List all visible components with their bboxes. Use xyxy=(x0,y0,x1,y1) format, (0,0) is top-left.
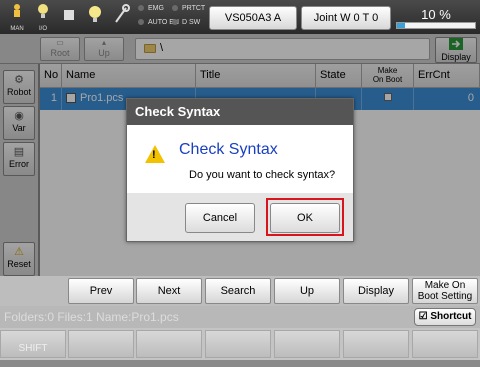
search-button[interactable]: Search xyxy=(205,278,271,304)
make-on-boot-setting-button[interactable]: Make On Boot Setting xyxy=(412,278,478,304)
soft-key-3[interactable] xyxy=(136,330,202,358)
speed-bar-fill xyxy=(397,23,405,28)
robot-name-button[interactable]: VS050A3 A xyxy=(209,6,297,30)
soft-key-7[interactable] xyxy=(412,330,478,358)
make-on-boot-setting-line1: Make On xyxy=(424,280,466,291)
function-button-row: Prev Next Search Up Display Make On Boot… xyxy=(0,276,480,306)
status-row: Folders:0 Files:1 Name:Pro1.pcs ☑ Shortc… xyxy=(0,306,480,328)
next-button[interactable]: Next xyxy=(136,278,202,304)
dialog-message: Do you want to check syntax? xyxy=(189,169,336,181)
io-label: I/O xyxy=(38,26,47,32)
shift-key[interactable]: SHIFT xyxy=(0,330,66,358)
dialog-footer: Cancel OK xyxy=(127,193,353,241)
soft-key-6[interactable] xyxy=(343,330,409,358)
indicator-dsw: D SW xyxy=(172,19,200,26)
shortcut-label: Shortcut xyxy=(430,311,472,322)
lamp-icon xyxy=(82,2,108,32)
ok-button[interactable]: OK xyxy=(270,203,340,233)
display-function-button[interactable]: Display xyxy=(343,278,409,304)
up-function-button[interactable]: Up xyxy=(274,278,340,304)
shortcut-icon: ☑ xyxy=(418,311,428,322)
soft-key-2[interactable] xyxy=(68,330,134,358)
indicator-emg: EMG xyxy=(138,5,164,12)
wrench-icon xyxy=(108,2,134,32)
check-syntax-dialog: Check Syntax ! Check Syntax Do you want … xyxy=(126,98,354,242)
dialog-heading: Check Syntax xyxy=(179,141,278,158)
status-text: Folders:0 Files:1 Name:Pro1.pcs xyxy=(4,310,179,324)
soft-key-5[interactable] xyxy=(274,330,340,358)
shortcut-button[interactable]: ☑ Shortcut xyxy=(414,308,476,326)
man-label: MAN xyxy=(10,26,24,32)
joint-mode-button[interactable]: Joint W 0 T 0 xyxy=(301,6,391,30)
prev-button[interactable]: Prev xyxy=(68,278,134,304)
robot-man-icon: MAN xyxy=(4,2,30,32)
speed-bar[interactable] xyxy=(396,22,476,29)
warning-exclamation: ! xyxy=(152,149,156,161)
stop-square-icon xyxy=(56,2,82,32)
make-on-boot-setting-line2: Boot Setting xyxy=(417,291,473,302)
cancel-button[interactable]: Cancel xyxy=(185,203,255,233)
bulb-io-icon: I/O xyxy=(30,2,56,32)
soft-key-4[interactable] xyxy=(205,330,271,358)
status-bar: MAN I/O EMG PRTCT AUTO EN D SW VS050A3 A… xyxy=(0,0,480,34)
indicator-prtct: PRTCT xyxy=(172,5,205,12)
speed-value: 10 % xyxy=(421,7,451,22)
dialog-title: Check Syntax xyxy=(127,99,353,125)
soft-key-row: SHIFT xyxy=(0,328,480,360)
